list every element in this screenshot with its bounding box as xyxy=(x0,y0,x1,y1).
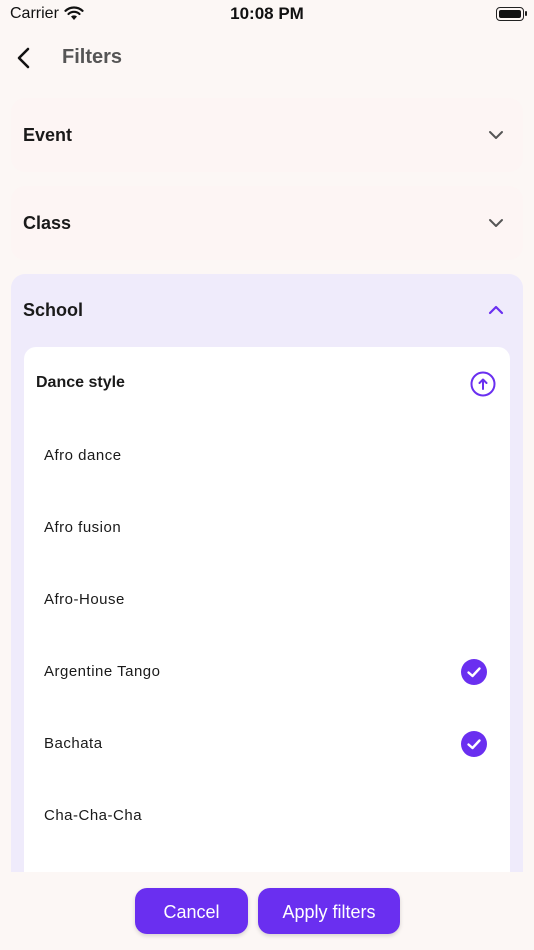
section-class-title: Class xyxy=(23,213,72,233)
list-item[interactable]: Afro dance xyxy=(44,437,494,477)
cancel-button[interactable]: Cancel xyxy=(135,888,248,934)
option-label: Cha-Cha-Cha xyxy=(44,807,143,824)
battery-icon xyxy=(496,7,527,21)
option-label: Afro-House xyxy=(44,591,125,608)
nav-bar: Filters xyxy=(0,36,534,80)
status-time: 10:08 PM xyxy=(230,4,304,23)
section-event[interactable]: Event xyxy=(11,98,523,172)
bottom-action-bar: Cancel Apply filters xyxy=(0,872,534,950)
option-label: Afro fusion xyxy=(44,519,122,536)
list-item[interactable]: Bachata xyxy=(44,725,494,765)
checkmark-circle-icon[interactable] xyxy=(461,731,487,757)
dance-style-panel: Dance style Afro dance Afro fusion Afro-… xyxy=(24,347,510,874)
section-school[interactable]: School Dance style Afro dance Afro fusio… xyxy=(11,274,523,874)
list-item[interactable]: Afro fusion xyxy=(44,509,494,549)
list-item[interactable]: Argentine Tango xyxy=(44,653,494,693)
page-title: Filters xyxy=(62,46,123,68)
list-item[interactable]: Afro-House xyxy=(44,581,494,621)
chevron-down-icon[interactable] xyxy=(487,126,505,144)
dance-style-title: Dance style xyxy=(36,374,125,391)
status-bar: Carrier 10:08 PM xyxy=(0,0,534,30)
checkmark-circle-icon[interactable] xyxy=(461,659,487,685)
option-label: Bachata xyxy=(44,735,103,752)
chevron-down-icon[interactable] xyxy=(487,214,505,232)
section-class[interactable]: Class xyxy=(11,186,523,260)
back-arrow-icon[interactable] xyxy=(12,44,38,72)
option-label: Afro dance xyxy=(44,447,122,464)
chevron-up-icon[interactable] xyxy=(487,301,505,319)
option-label: Argentine Tango xyxy=(44,663,161,680)
section-event-title: Event xyxy=(23,125,73,145)
section-school-title: School xyxy=(23,300,84,320)
list-item[interactable]: Cha-Cha-Cha xyxy=(44,797,494,837)
apply-filters-button[interactable]: Apply filters xyxy=(258,888,400,934)
arrow-up-circle-icon[interactable] xyxy=(470,371,496,397)
